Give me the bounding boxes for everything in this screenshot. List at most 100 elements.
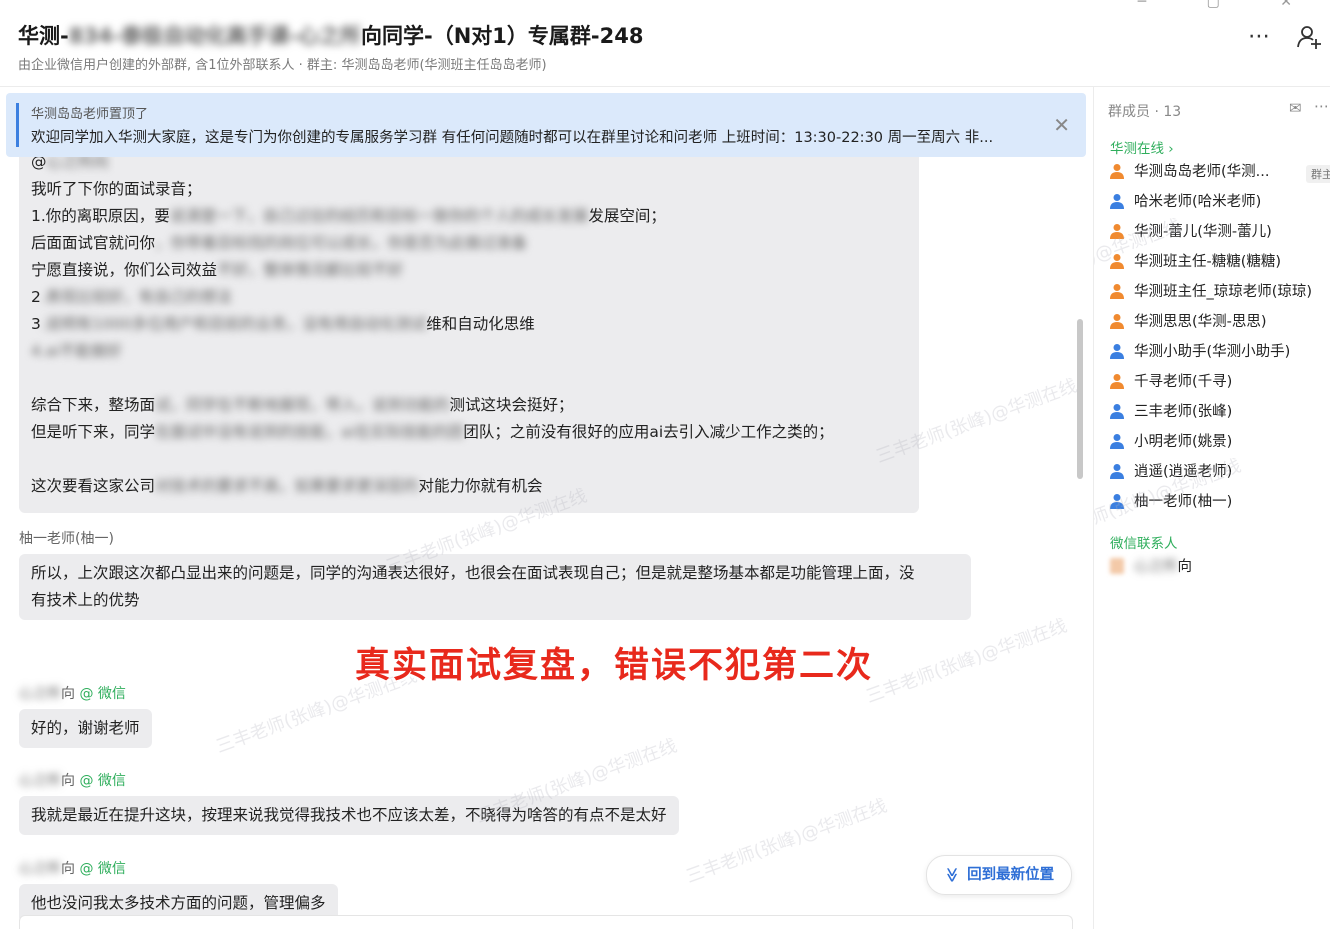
back-to-latest-label: 回到最新位置: [967, 867, 1055, 883]
title-suffix: 向同学-（N对1）专属群-248: [361, 24, 644, 48]
chat-area[interactable]: 华测岛岛老师置顶了 欢迎同学加入华测大家庭，这是专门为你创建的专属服务学习群 有…: [0, 87, 1092, 929]
line-text: 我听了下你的面试录音；: [31, 180, 202, 198]
more-icon[interactable]: ⋯: [1314, 97, 1329, 115]
person-icon: [1110, 343, 1124, 359]
member-name-suffix: 向: [1177, 559, 1193, 575]
message-line: 后面面试官就问你，你带着目标找的岗位可以成长，你是否为此做过准备: [31, 230, 907, 257]
line-text-blurred: 不好，整体情况都比较不好: [217, 261, 404, 279]
sender-name: 柚一老师(柚一): [19, 531, 114, 547]
line-text: 3: [31, 315, 41, 333]
member-name: 华测-蕾儿(华测-蕾儿): [1134, 224, 1272, 240]
message-line: [31, 446, 907, 473]
person-icon: [1110, 163, 1124, 179]
person-icon: [1110, 313, 1124, 329]
message-line: 宁愿直接说，你们公司效益不好，整体情况都比较不好: [31, 257, 907, 284]
line-text: 维和自动化思维: [426, 315, 535, 333]
wechat-tag: @ 微信: [79, 686, 126, 702]
chat-subtitle: 由企业微信用户创建的外部群, 含1位外部联系人 · 群主: 华测岛岛老师(华测班…: [18, 58, 547, 73]
line-text: 2: [31, 288, 41, 306]
person-icon: [1110, 283, 1124, 299]
add-member-icon[interactable]: [1296, 24, 1322, 56]
line-text-blurred: .说明有1000多位用户和目前的业务，没有用自动化测试: [40, 315, 427, 333]
more-icon[interactable]: ⋯: [1248, 24, 1270, 49]
close-icon[interactable]: ✕: [1053, 113, 1070, 137]
line-text-blurred: 说清楚一下，自己过往的经历和目标一致你的个人的成长发展: [169, 207, 589, 225]
overlay-banner: 真实面试复盘，错误不犯第二次: [355, 646, 874, 686]
message-input[interactable]: [19, 915, 1073, 929]
avatar: [1110, 557, 1124, 574]
chat-header: 华测-834-泰极自动化高手课-心之所向同学-（N对1）专属群-248 由企业微…: [0, 0, 1330, 87]
member-item[interactable]: 华测-蕾儿(华测-蕾儿): [1110, 220, 1326, 250]
owner-badge: 群主: [1306, 165, 1330, 183]
watermark: 三丰老师(张峰)@华测在线: [683, 795, 890, 888]
member-name-blurred: 心之所: [1134, 559, 1178, 575]
member-item[interactable]: 千寻老师(千寻): [1110, 370, 1326, 400]
mail-icon[interactable]: ✉: [1289, 99, 1302, 117]
line-text-blurred: .表现比较好，有自己的想法: [40, 288, 232, 306]
member-item[interactable]: 三丰老师(张峰): [1110, 400, 1326, 430]
member-item[interactable]: 哈米老师(哈米老师): [1110, 190, 1326, 220]
person-icon: [1110, 493, 1124, 509]
chat-title: 华测-834-泰极自动化高手课-心之所向同学-（N对1）专属群-248: [18, 20, 643, 50]
line-text-blurred: 在面试中没有说到的技能，ai在实际技能的团: [155, 423, 464, 441]
sender-suffix: 向: [61, 773, 75, 789]
message-line: 1.你的离职原因，要说清楚一下，自己过往的经历和目标一致你的个人的成长发展发展空…: [31, 203, 907, 230]
message-bubble-long: @心之所向 我听了下你的面试录音； 1.你的离职原因，要说清楚一下，自己过往的经历和…: [19, 143, 919, 513]
line-text: 发展空间；: [588, 207, 666, 225]
wechat-tag: @ 微信: [79, 861, 126, 877]
member-name: 三丰老师(张峰): [1134, 404, 1233, 420]
person-icon: [1110, 433, 1124, 449]
person-icon: [1110, 223, 1124, 239]
group-huace[interactable]: 华测在线 ›: [1110, 137, 1174, 157]
message-line: 所以，上次跟这次都凸显出来的问题是，同学的沟通表达很好，也很会在面试表现自己；但…: [31, 564, 915, 582]
member-item[interactable]: 心之所向: [1110, 555, 1326, 585]
message-line: 好的，谢谢老师: [31, 719, 140, 737]
member-item[interactable]: 小明老师(姚景): [1110, 430, 1326, 460]
member-item[interactable]: 华测小助手(华测小助手): [1110, 340, 1326, 370]
message-line: 我就是最近在提升这块，按理来说我觉得我技术也不应该太差，不晓得为啥答的有点不是太…: [31, 806, 667, 824]
message-line: 这次要看这家公司对技术的要求不高，如果要求更深层的对能力你就有机会: [31, 473, 907, 500]
back-to-latest-button[interactable]: ≫ 回到最新位置: [926, 855, 1072, 895]
member-name: 哈米老师(哈米老师): [1134, 194, 1262, 210]
person-icon: [1110, 193, 1124, 209]
sender-name: 心之所向 @ 微信: [19, 770, 126, 790]
member-name: 逍遥(逍遥老师): [1134, 464, 1233, 480]
member-name: 千寻老师(千寻): [1134, 374, 1233, 390]
sender-blurred: 心之所: [19, 773, 61, 789]
line-text-blurred: 试，同学在不断地展现，带入，说到功能的: [155, 396, 450, 414]
sender-blurred: 心之所: [19, 861, 61, 877]
member-name: 华测班主任_琼琼老师(琼琼): [1134, 284, 1313, 300]
member-item[interactable]: 华测思思(华测-思思): [1110, 310, 1326, 340]
message-bubble: 好的，谢谢老师: [19, 709, 152, 748]
member-sidebar: 群成员 · 13 ✉ ⋯ 华测在线 › 华测岛岛老师(华测... 群主哈米老师(哈…: [1093, 87, 1330, 929]
pinned-message[interactable]: 华测岛岛老师置顶了 欢迎同学加入华测大家庭，这是专门为你创建的专属服务学习群 有…: [6, 93, 1086, 157]
message-bubble: 我就是最近在提升这块，按理来说我觉得我技术也不应该太差，不晓得为啥答的有点不是太…: [19, 796, 679, 835]
member-name: 华测岛岛老师(华测...: [1134, 164, 1270, 180]
wechat-tag: @ 微信: [79, 773, 126, 789]
pinned-by: 华测岛岛老师置顶了: [31, 107, 149, 122]
message-line: 4.ai不能做好: [31, 338, 907, 365]
window-controls[interactable]: ─ ▢ ✕: [1138, 0, 1320, 10]
message-line: 他也没问我太多技术方面的问题，管理偏多: [31, 894, 326, 912]
title-prefix: 华测-: [18, 24, 69, 48]
member-name: 华测班主任-糖糖(糖糖): [1134, 254, 1282, 270]
chat-scrollbar[interactable]: [1077, 319, 1083, 479]
line-text: 对能力你就有机会: [418, 477, 543, 495]
line-text: 综合下来，整场面: [31, 396, 156, 414]
sender-blurred: 心之所: [19, 686, 61, 702]
member-item[interactable]: 华测班主任_琼琼老师(琼琼): [1110, 280, 1326, 310]
line-text-blurred: 4.ai不能做好: [31, 342, 122, 360]
member-item[interactable]: 华测班主任-糖糖(糖糖): [1110, 250, 1326, 280]
sender-suffix: 向: [61, 686, 75, 702]
person-icon: [1110, 463, 1124, 479]
member-name: 华测思思(华测-思思): [1134, 314, 1267, 330]
person-icon: [1110, 253, 1124, 269]
member-item[interactable]: 华测岛岛老师(华测... 群主: [1110, 160, 1330, 190]
member-item[interactable]: 柚一老师(柚一): [1110, 490, 1326, 520]
message-bubble: 所以，上次跟这次都凸显出来的问题是，同学的沟通表达很好，也很会在面试表现自己；但…: [19, 554, 971, 620]
member-item[interactable]: 逍遥(逍遥老师): [1110, 460, 1326, 490]
group-wechat: 微信联系人: [1110, 536, 1178, 552]
line-text: 这次要看这家公司: [31, 477, 156, 495]
member-name: 华测小助手(华测小助手): [1134, 344, 1291, 360]
member-count: 群成员 · 13: [1108, 104, 1182, 120]
